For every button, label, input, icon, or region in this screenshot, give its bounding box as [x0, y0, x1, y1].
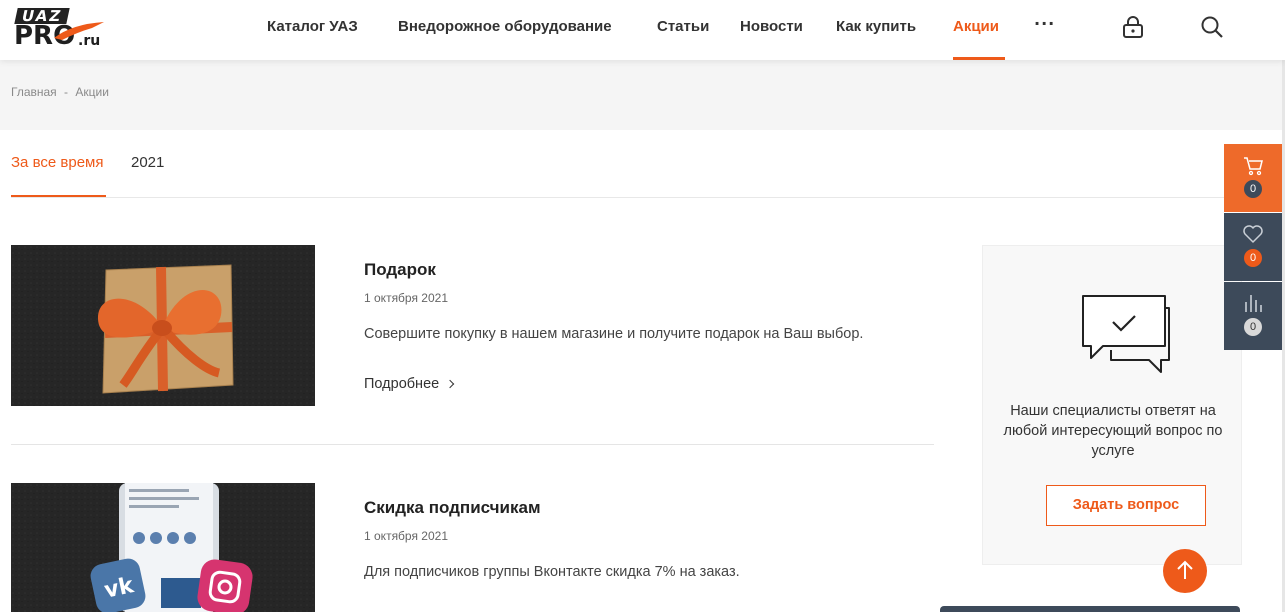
- social-illustration: vk: [11, 483, 315, 612]
- search-icon[interactable]: [1200, 15, 1224, 39]
- arrow-up-icon: [1177, 560, 1193, 579]
- page-header-band: Главная - Акции: [0, 60, 1285, 130]
- nav-item-promotions[interactable]: Акции: [953, 18, 999, 35]
- read-more-label: Подробнее: [364, 376, 440, 392]
- read-more-link[interactable]: Подробнее: [364, 376, 455, 392]
- period-tabs: За все время 2021: [11, 130, 1225, 198]
- compare-count-badge: 0: [1244, 318, 1262, 336]
- ask-question-button[interactable]: Задать вопрос: [1046, 485, 1206, 526]
- list-item: vk Скидка подписчикам 1 октября 2021 Для…: [11, 483, 934, 612]
- item-description: Для подписчиков группы Вконтакте скидка …: [364, 564, 740, 580]
- cart-icon: [1244, 157, 1263, 176]
- breadcrumb-home[interactable]: Главная: [11, 85, 57, 99]
- bottom-widget-bar: [940, 606, 1240, 612]
- cart-count-badge: 0: [1244, 180, 1262, 198]
- compare-button[interactable]: 0: [1224, 282, 1282, 350]
- item-title[interactable]: Скидка подписчикам: [364, 498, 541, 518]
- item-divider: [11, 444, 934, 445]
- lock-icon[interactable]: [1121, 15, 1145, 39]
- site-header: UAZ PRO .ru Каталог УАЗ Внедорожное обор…: [0, 0, 1285, 60]
- favorites-button[interactable]: 0: [1224, 213, 1282, 281]
- tab-2021[interactable]: 2021: [131, 154, 164, 171]
- nav-more-button[interactable]: ···: [1034, 14, 1055, 33]
- floating-side-panel: 0 0 0: [1224, 144, 1282, 350]
- nav-item-articles[interactable]: Статьи: [657, 18, 709, 35]
- compare-bars-icon: [1245, 295, 1262, 312]
- social-image[interactable]: vk: [11, 483, 315, 612]
- item-date: 1 октября 2021: [364, 291, 448, 305]
- breadcrumb-current: Акции: [75, 85, 109, 99]
- chevron-right-icon: [445, 379, 455, 389]
- favorites-count-badge: 0: [1244, 249, 1262, 267]
- gift-illustration: [11, 245, 315, 406]
- nav-item-how-to-buy[interactable]: Как купить: [836, 18, 916, 35]
- scroll-to-top-button[interactable]: [1163, 549, 1207, 593]
- breadcrumb-separator: -: [64, 85, 69, 99]
- heart-icon: [1243, 225, 1263, 243]
- chat-check-icon: [1082, 295, 1170, 373]
- item-date: 1 октября 2021: [364, 529, 448, 543]
- site-logo[interactable]: UAZ PRO .ru: [12, 7, 112, 52]
- tab-active-underline: [11, 195, 106, 197]
- gift-image[interactable]: [11, 245, 315, 406]
- nav-item-catalog[interactable]: Каталог УАЗ: [267, 18, 358, 35]
- nav-item-offroad[interactable]: Внедорожное оборудование: [398, 18, 612, 35]
- question-box: Наши специалисты ответят на любой интере…: [982, 245, 1242, 565]
- question-box-text: Наши специалисты ответят на любой интере…: [1003, 403, 1223, 459]
- nav-active-underline: [953, 57, 1005, 60]
- cart-button[interactable]: 0: [1224, 144, 1282, 212]
- item-title[interactable]: Подарок: [364, 260, 436, 280]
- list-item: Подарок 1 октября 2021 Совершите покупку…: [11, 245, 934, 406]
- item-description: Совершите покупку в нашем магазине и пол…: [364, 326, 864, 342]
- breadcrumb: Главная - Акции: [11, 85, 113, 99]
- tab-all-time[interactable]: За все время: [11, 154, 103, 171]
- nav-item-news[interactable]: Новости: [740, 18, 803, 35]
- logo-ru-text: .ru: [78, 33, 101, 49]
